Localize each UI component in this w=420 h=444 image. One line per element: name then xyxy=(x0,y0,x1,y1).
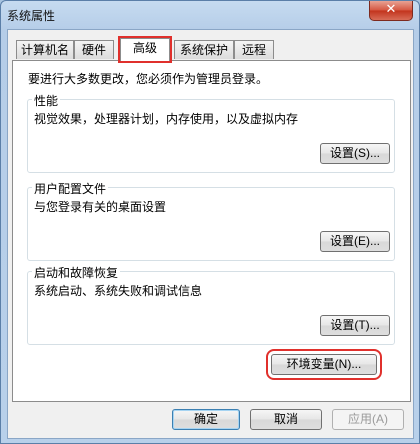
tab-remote[interactable]: 远程 xyxy=(234,40,274,59)
advanced-tab-panel: 要进行大多数更改，您必须作为管理员登录。 性能 视觉效果，处理器计划，内存使用，… xyxy=(12,60,411,402)
tab-computer-name[interactable]: 计算机名 xyxy=(16,40,74,59)
system-properties-window: 系统属性 ✕ 计算机名 硬件 高级 系统保护 远程 要进行大多数更改，您必须作为… xyxy=(0,0,420,444)
apply-button[interactable]: 应用(A) xyxy=(332,409,404,430)
close-button[interactable]: ✕ xyxy=(369,1,413,21)
user-profiles-group: 用户配置文件 与您登录有关的桌面设置 设置(E)... xyxy=(27,180,395,261)
performance-settings-button[interactable]: 设置(S)... xyxy=(320,143,390,164)
environment-variables-button[interactable]: 环境变量(N)... xyxy=(266,349,382,380)
startup-recovery-settings-button[interactable]: 设置(T)... xyxy=(320,315,390,336)
user-profiles-settings-button[interactable]: 设置(E)... xyxy=(320,231,390,252)
startup-recovery-group-title: 启动和故障恢复 xyxy=(32,264,121,281)
close-icon: ✕ xyxy=(385,2,397,17)
cancel-button[interactable]: 取消 xyxy=(250,409,322,430)
dialog-client-area: 计算机名 硬件 高级 系统保护 远程 要进行大多数更改，您必须作为管理员登录。 … xyxy=(7,29,414,439)
startup-recovery-description: 系统启动、系统失败和调试信息 xyxy=(34,284,203,298)
tab-hardware[interactable]: 硬件 xyxy=(74,40,114,59)
performance-group-title: 性能 xyxy=(32,92,61,109)
ok-button[interactable]: 确定 xyxy=(172,409,240,430)
admin-notice: 要进行大多数更改，您必须作为管理员登录。 xyxy=(28,72,269,86)
window-title: 系统属性 xyxy=(7,9,56,23)
tab-advanced[interactable]: 高级 xyxy=(118,36,172,63)
startup-recovery-group: 启动和故障恢复 系统启动、系统失败和调试信息 设置(T)... xyxy=(27,264,395,345)
tab-system-protection[interactable]: 系统保护 xyxy=(174,40,234,59)
performance-description: 视觉效果，处理器计划，内存使用，以及虚拟内存 xyxy=(34,112,299,126)
user-profiles-description: 与您登录有关的桌面设置 xyxy=(34,200,167,214)
user-profiles-group-title: 用户配置文件 xyxy=(32,180,109,197)
title-bar[interactable]: 系统属性 ✕ xyxy=(1,1,419,29)
performance-group: 性能 视觉效果，处理器计划，内存使用，以及虚拟内存 设置(S)... xyxy=(27,92,395,173)
